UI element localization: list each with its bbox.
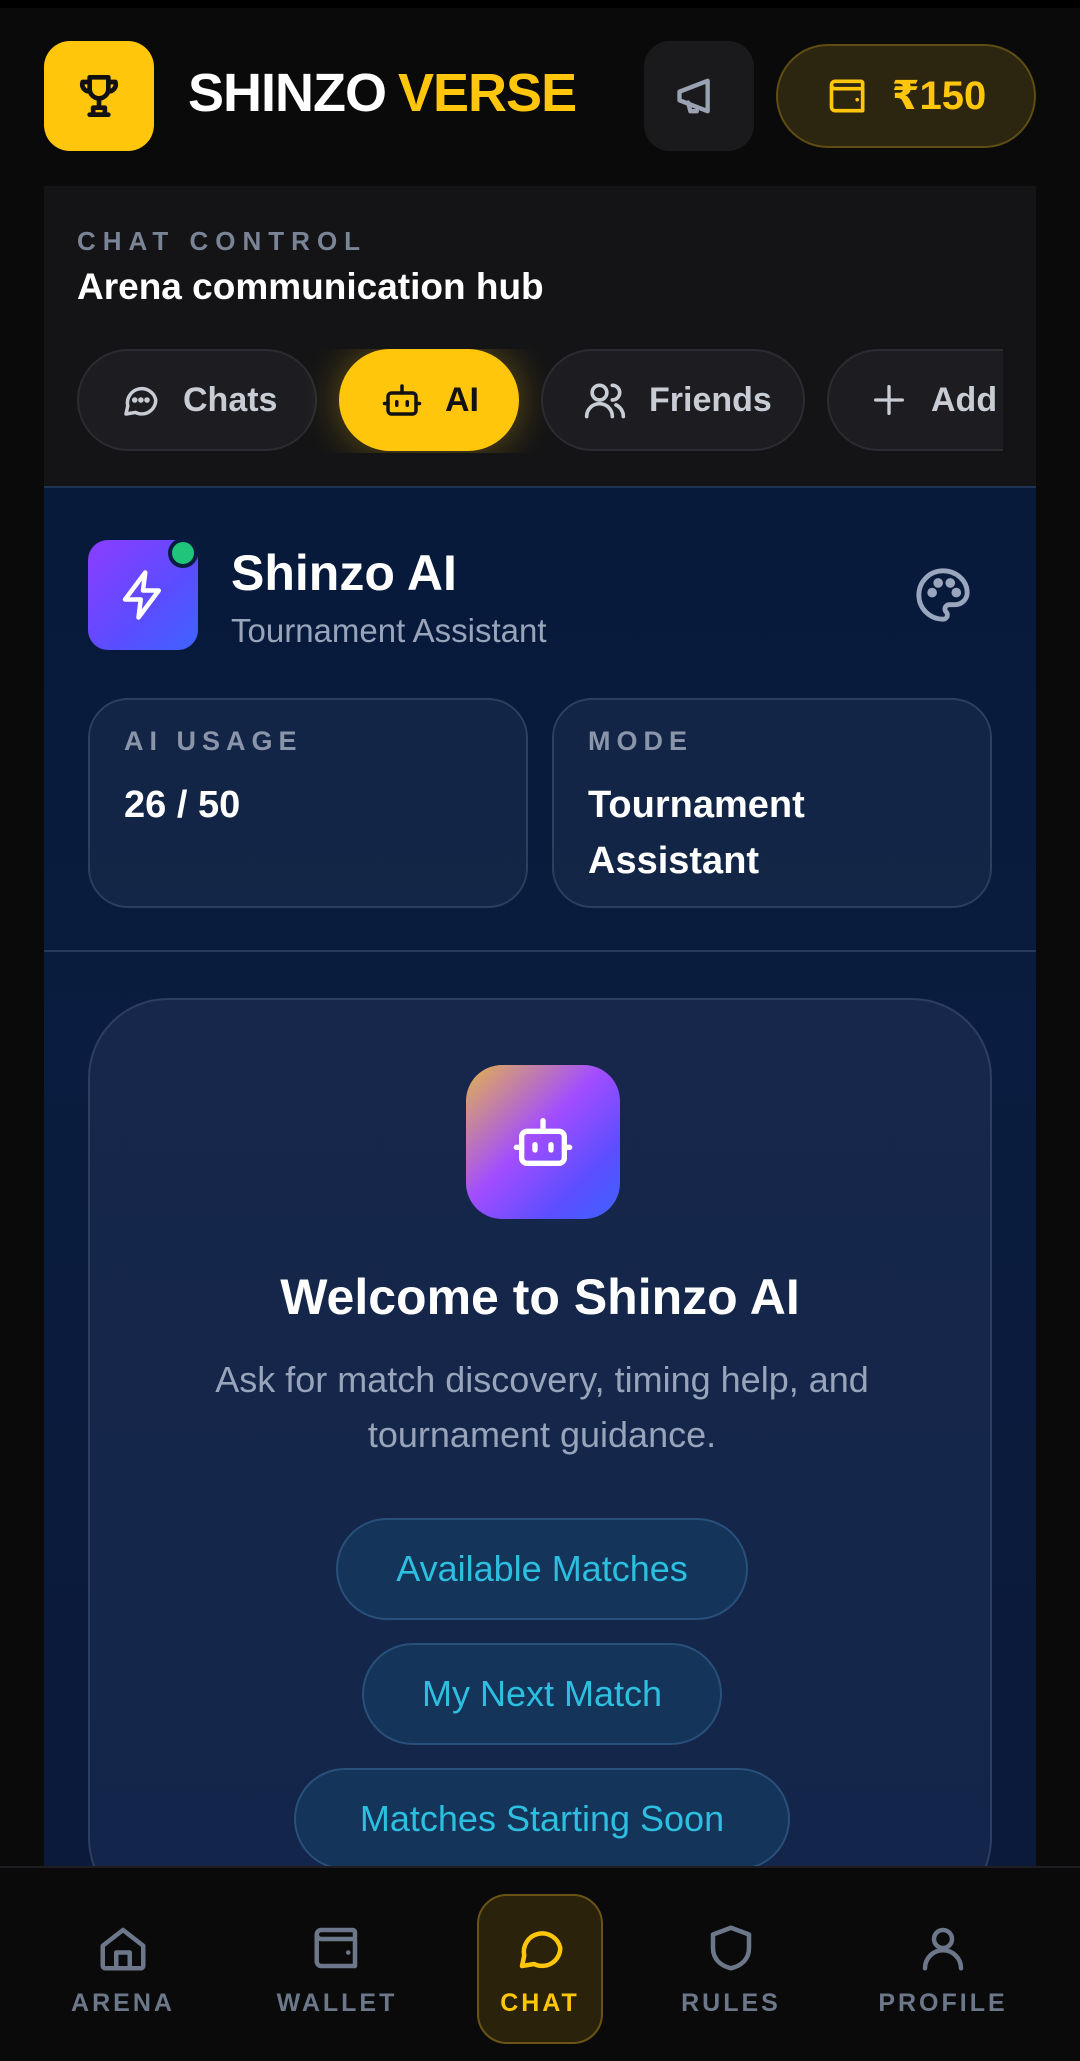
nav-label: PROFILE — [878, 1988, 1008, 2017]
brand-word-2: VERSE — [398, 63, 577, 123]
nav-label: RULES — [681, 1988, 781, 2017]
tab-chats[interactable]: Chats — [77, 349, 317, 451]
chat-bubble-icon — [124, 386, 158, 416]
bot-tile — [466, 1065, 620, 1219]
section-title: Arena communication hub — [77, 266, 544, 307]
ai-role: Tournament Assistant — [231, 612, 547, 649]
usage-label: AI USAGE — [124, 726, 303, 756]
ai-chat-panel: Shinzo AI Tournament Assistant AI USAGE … — [44, 486, 1036, 1918]
tab-label: Friends — [649, 380, 772, 419]
tab-label: Add — [931, 380, 998, 419]
welcome-description: Ask for match discovery, timing help, an… — [215, 1359, 869, 1455]
nav-label: CHAT — [500, 1988, 580, 2017]
chat-bubble-icon — [519, 1930, 563, 1968]
ai-usage-card: AI USAGE 26 / 50 — [88, 698, 528, 908]
ai-mode-card: MODE Tournament Assistant — [552, 698, 992, 908]
app-header: SHINZO VERSE ₹150 — [0, 0, 1080, 180]
logo[interactable] — [44, 41, 154, 151]
nav-rules[interactable]: RULES — [666, 1894, 796, 2044]
nav-chat[interactable]: CHAT — [477, 1894, 603, 2044]
wallet-icon — [314, 1927, 358, 1968]
tab-friends[interactable]: Friends — [541, 349, 805, 451]
suggestion-matches-starting-soon[interactable]: Matches Starting Soon — [294, 1768, 790, 1870]
nav-profile[interactable]: PROFILE — [878, 1894, 1008, 2044]
chat-control-section: CHAT CONTROL Arena communication hub Cha… — [44, 186, 1036, 486]
trophy-icon — [79, 75, 119, 117]
usage-value: 26 / 50 — [124, 784, 241, 826]
tab-add[interactable]: Add — [827, 349, 1003, 451]
nav-arena[interactable]: ARENA — [58, 1894, 188, 2044]
brand-word-1: SHINZO — [188, 63, 387, 123]
chat-tabs: Chats AI Friends Add — [77, 349, 1003, 453]
welcome-title: Welcome to Shinzo AI — [280, 1269, 800, 1325]
ai-name: Shinzo AI — [231, 545, 457, 601]
suggestion-available-matches[interactable]: Available Matches — [336, 1518, 748, 1620]
wallet-amount: ₹150 — [891, 74, 987, 118]
shield-icon — [710, 1925, 752, 1970]
nav-label: WALLET — [276, 1988, 398, 2017]
plus-icon — [874, 385, 904, 415]
lightning-icon — [122, 570, 161, 620]
ai-header: Shinzo AI Tournament Assistant AI USAGE … — [44, 488, 1036, 952]
users-icon — [584, 383, 626, 419]
nav-wallet[interactable]: WALLET — [272, 1894, 402, 2044]
wallet-icon — [829, 79, 865, 113]
user-icon — [922, 1927, 964, 1970]
brand-name: SHINZO VERSE — [188, 62, 577, 124]
robot-icon — [513, 1118, 573, 1166]
mode-label: MODE — [588, 726, 693, 756]
nav-label: ARENA — [71, 1988, 175, 2017]
tab-label: Chats — [183, 380, 278, 419]
robot-icon — [382, 384, 422, 416]
megaphone-icon — [677, 78, 710, 114]
tab-label: AI — [445, 380, 479, 419]
suggestion-my-next-match[interactable]: My Next Match — [362, 1643, 722, 1745]
wallet-balance-button[interactable]: ₹150 — [776, 44, 1036, 148]
welcome-card: Welcome to Shinzo AI Ask for match disco… — [88, 998, 992, 1918]
online-status-dot — [168, 538, 198, 568]
bottom-navigation: ARENA WALLET CHAT RULES PROFILE — [0, 1866, 1080, 2061]
tab-ai[interactable]: AI — [339, 349, 519, 451]
mode-value: Tournament Assistant — [588, 784, 805, 882]
section-kicker: CHAT CONTROL — [77, 226, 368, 256]
announcements-button[interactable] — [644, 41, 754, 151]
palette-icon — [916, 568, 970, 622]
home-icon — [100, 1927, 146, 1970]
theme-button[interactable] — [914, 566, 972, 629]
